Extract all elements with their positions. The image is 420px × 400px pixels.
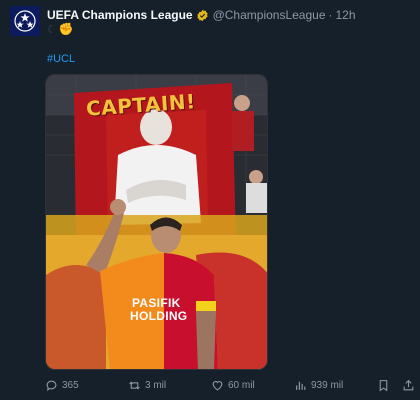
share-icon	[403, 379, 414, 390]
tweet-text: ☾ ✊	[47, 22, 74, 36]
views-count: 939 mil	[311, 379, 344, 391]
retweet-icon	[129, 380, 140, 390]
bookmark-icon	[379, 379, 388, 391]
jersey-sponsor-line2: HOLDING	[130, 309, 188, 323]
avatar[interactable]	[10, 6, 40, 36]
display-name[interactable]: UEFA Champions League	[47, 8, 193, 22]
reply-icon	[46, 380, 57, 391]
tweet[interactable]: UEFA Champions League @ChampionsLeague ·…	[0, 0, 420, 400]
reply-button[interactable]: 365	[45, 379, 79, 392]
fist-emoji: ✊	[58, 22, 74, 36]
retweet-button[interactable]: 3 mil	[128, 379, 166, 392]
tweet-header: UEFA Champions League @ChampionsLeague ·…	[47, 7, 356, 23]
ucl-starball-logo	[10, 6, 40, 36]
retweet-count: 3 mil	[145, 379, 167, 391]
moon-emoji: ☾	[47, 22, 57, 36]
views-icon	[296, 381, 306, 390]
like-button[interactable]: 60 mil	[211, 379, 255, 392]
timestamp[interactable]: 12h	[336, 8, 356, 22]
photo-illustration	[46, 75, 267, 369]
share-button[interactable]	[402, 379, 415, 392]
separator-dot: ·	[328, 8, 333, 22]
tweet-actions: 365 3 mil 60 mil 939 mil	[45, 377, 415, 393]
tweet-media-photo[interactable]: CAPTAIN! PASIFIK HOLDING	[45, 74, 268, 370]
bookmark-button[interactable]	[377, 379, 390, 392]
verified-badge-icon[interactable]	[196, 9, 209, 22]
heart-icon	[212, 380, 223, 390]
handle[interactable]: @ChampionsLeague	[213, 8, 326, 22]
like-count: 60 mil	[228, 379, 255, 391]
views-button[interactable]: 939 mil	[294, 379, 343, 392]
reply-count: 365	[62, 379, 79, 391]
hashtag-link[interactable]: #UCL	[47, 53, 75, 65]
jersey-sponsor-line1: PASIFIK	[132, 296, 181, 310]
